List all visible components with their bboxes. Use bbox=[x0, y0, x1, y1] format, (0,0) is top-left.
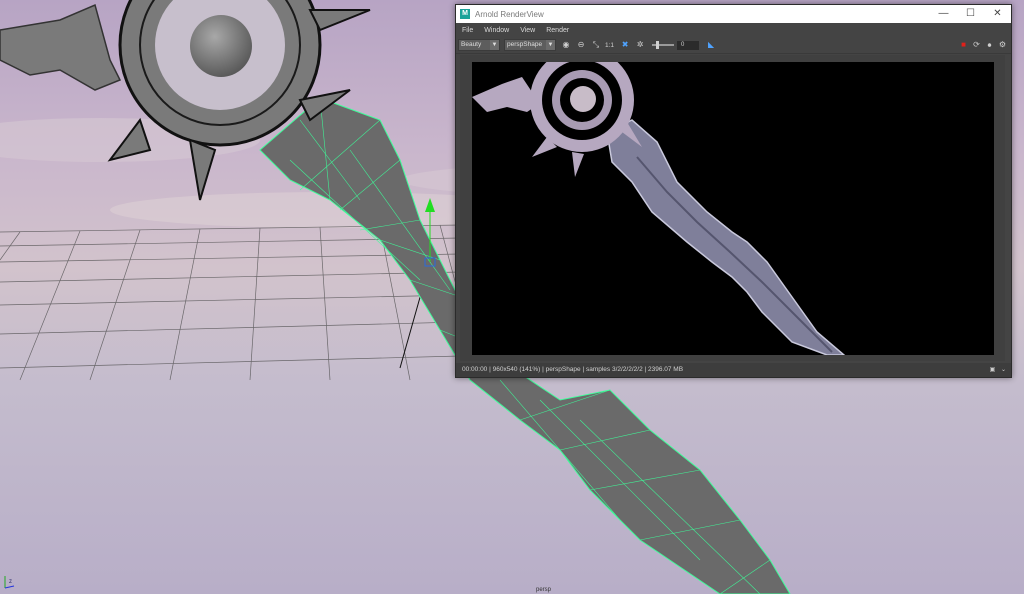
region-icon[interactable]: ⊖ bbox=[575, 39, 587, 51]
lut-icon[interactable]: ◣ bbox=[705, 39, 717, 51]
rendered-sword bbox=[472, 62, 846, 355]
chevron-down-icon: ▼ bbox=[546, 40, 555, 50]
menu-bar: File Window View Render bbox=[456, 23, 1011, 37]
snapshot-icon[interactable]: ⤡ bbox=[590, 39, 602, 51]
camera-select[interactable]: perspShape ▼ bbox=[504, 39, 556, 51]
menu-window[interactable]: Window bbox=[484, 27, 509, 34]
close-button[interactable]: ✕ bbox=[984, 5, 1011, 23]
window-title: Arnold RenderView bbox=[475, 9, 544, 19]
expand-chevron-icon[interactable]: ⌄ bbox=[998, 363, 1009, 377]
toolbar-right-group: ■ ⟳ ⦁ ⚙ bbox=[957, 39, 1009, 51]
slider-handle[interactable] bbox=[656, 41, 660, 49]
render-image bbox=[472, 62, 994, 355]
menu-view[interactable]: View bbox=[520, 27, 535, 34]
exposure-slider[interactable] bbox=[652, 41, 675, 49]
ratio-button[interactable]: 1:1 bbox=[605, 42, 614, 49]
titlebar[interactable]: M Arnold RenderView — ☐ ✕ bbox=[456, 5, 1011, 23]
save-image-icon[interactable]: ▣ bbox=[987, 363, 998, 377]
menu-render[interactable]: Render bbox=[546, 27, 569, 34]
status-text: 00:00:00 | 960x540 (141%) | perspShape |… bbox=[462, 366, 684, 373]
camera-name-label: persp bbox=[536, 587, 552, 593]
channel-rgb-icon[interactable]: ◉ bbox=[560, 39, 572, 51]
debug-shading-icon[interactable]: ⦁ bbox=[983, 39, 996, 51]
menu-file[interactable]: File bbox=[462, 27, 473, 34]
aov-select[interactable]: Beauty ▼ bbox=[458, 39, 500, 51]
crop-icon[interactable]: ✖ bbox=[619, 39, 631, 51]
sphere-object bbox=[190, 15, 252, 77]
arnold-renderview-window[interactable]: M Arnold RenderView — ☐ ✕ File Window Vi… bbox=[455, 4, 1012, 378]
maximize-button[interactable]: ☐ bbox=[957, 5, 984, 23]
maya-logo-icon: M bbox=[460, 9, 470, 19]
exposure-field[interactable]: 0 bbox=[677, 40, 700, 50]
refresh-render-icon[interactable]: ⟳ bbox=[970, 39, 983, 51]
chevron-down-icon: ▼ bbox=[490, 40, 499, 50]
axis-z-label: z bbox=[9, 579, 12, 585]
aov-select-value: Beauty bbox=[461, 41, 482, 48]
window-controls: — ☐ ✕ bbox=[930, 5, 1011, 23]
minimize-button[interactable]: — bbox=[930, 5, 957, 23]
render-canvas-area[interactable] bbox=[460, 55, 1005, 361]
status-bar: 00:00:00 | 960x540 (141%) | perspShape |… bbox=[456, 363, 1011, 377]
render-toolbar: Beauty ▼ perspShape ▼ ◉ ⊖ ⤡ 1:1 ✖ ✲ 0 ◣ … bbox=[456, 37, 1011, 54]
statusbar-icons: ▣ ⌄ bbox=[987, 363, 1009, 377]
camera-select-value: perspShape bbox=[507, 41, 543, 48]
stop-render-icon[interactable]: ■ bbox=[957, 39, 970, 51]
settings-gear-icon[interactable]: ⚙ bbox=[996, 39, 1009, 51]
exposure-icon: ✲ bbox=[636, 40, 644, 49]
